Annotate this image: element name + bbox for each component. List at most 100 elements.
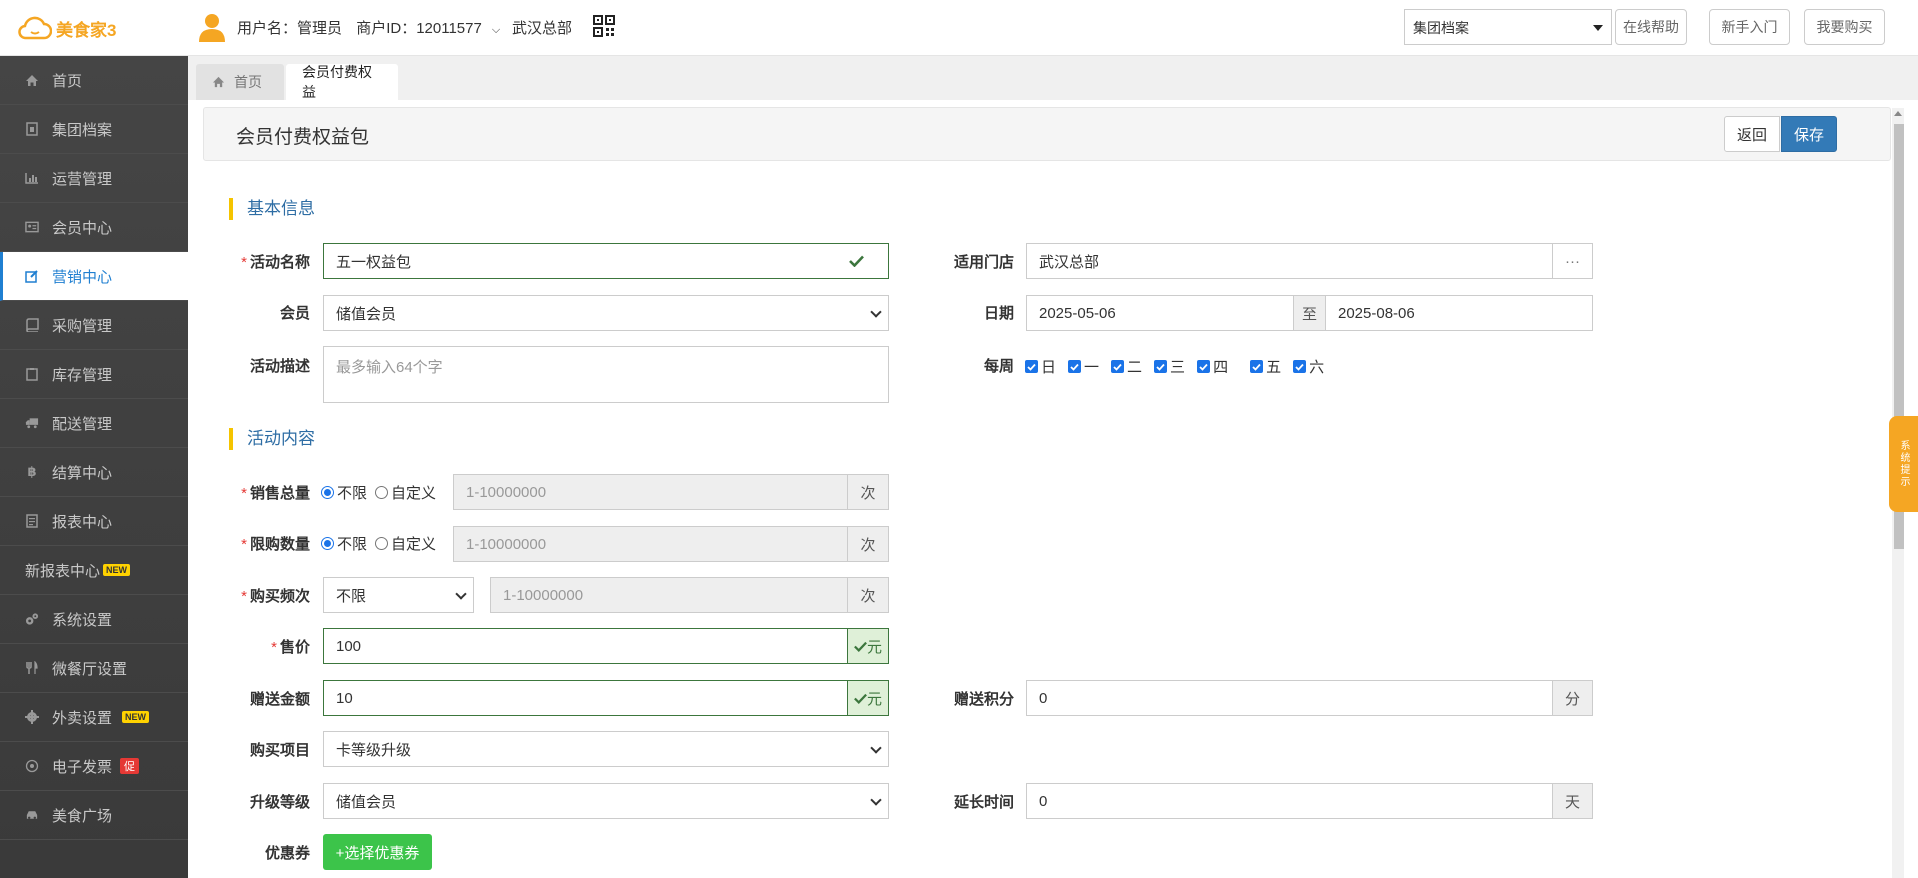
purchase-frequency-unit: 次 — [847, 577, 889, 613]
qr-code-icon[interactable] — [593, 15, 615, 37]
gift-amount-input[interactable]: 10 — [323, 680, 848, 716]
total-custom-radio[interactable] — [375, 486, 389, 499]
checkbox-tuesday[interactable] — [1111, 360, 1125, 373]
book-icon — [25, 318, 39, 332]
sidebar-item-operations[interactable]: 运营管理 — [0, 154, 188, 203]
extend-time-unit: 天 — [1552, 783, 1593, 819]
sidebar-item-inventory[interactable]: 库存管理 — [0, 350, 188, 399]
gears-icon — [25, 612, 39, 626]
start-date-input[interactable]: 2025-05-06 — [1026, 295, 1294, 331]
upgrade-level-label: 升级等级 — [249, 794, 310, 811]
member-select[interactable]: 储值会员 — [323, 295, 889, 331]
save-button[interactable]: 保存 — [1781, 116, 1837, 152]
sidebar-item-e-invoice[interactable]: 电子发票 促 — [0, 742, 188, 791]
extend-time-label: 延长时间 — [953, 794, 1014, 811]
end-date-input[interactable]: 2025-08-06 — [1325, 295, 1593, 331]
check-icon — [854, 693, 867, 704]
purchase-item-label: 购买项目 — [249, 742, 310, 759]
scroll-up-arrow-icon[interactable] — [1894, 111, 1902, 116]
sun-icon — [25, 759, 39, 773]
sidebar: 首页 集团档案 运营管理 会员中心 营销中心 采购管理 库存管理 配送管理 ฿ … — [0, 56, 188, 878]
extend-time-input[interactable]: 0 — [1026, 783, 1553, 819]
sidebar-item-delivery[interactable]: 配送管理 — [0, 399, 188, 448]
purchase-limit-label: * 限购数量 — [241, 536, 310, 553]
applicable-store-input[interactable]: 武汉总部 — [1026, 243, 1553, 279]
date-separator: 至 — [1293, 295, 1326, 331]
total-sales-radios: 不限 自定义 — [321, 482, 436, 503]
file-text-icon — [25, 514, 39, 528]
upgrade-level-select[interactable]: 储值会员 — [323, 783, 889, 819]
price-label: * 售价 — [271, 639, 310, 656]
back-button[interactable]: 返回 — [1724, 116, 1780, 152]
purchase-button[interactable]: 我要购买 — [1804, 9, 1885, 45]
limit-unlimited-radio[interactable] — [321, 537, 334, 550]
activity-name-input[interactable]: 五一权益包 — [323, 243, 889, 279]
new-badge: NEW — [122, 711, 150, 723]
chevron-down-icon[interactable]: ⌵ — [492, 24, 500, 36]
check-icon — [854, 641, 867, 652]
sidebar-item-purchasing[interactable]: 采购管理 — [0, 301, 188, 350]
new-badge: NEW — [103, 564, 131, 576]
logo-text: 美食家3 — [56, 20, 117, 40]
date-label: 日期 — [983, 305, 1014, 322]
clipboard-icon — [25, 367, 39, 381]
gift-points-label: 赠送积分 — [953, 691, 1014, 708]
cutlery-icon — [25, 661, 39, 675]
gift-amount-label: 赠送金额 — [249, 691, 310, 708]
chevron-down-icon — [870, 742, 882, 754]
logo[interactable]: 美食家3 — [18, 14, 116, 42]
checkbox-friday[interactable] — [1250, 360, 1264, 373]
getting-started-button[interactable]: 新手入门 — [1709, 9, 1790, 45]
bar-chart-icon — [25, 171, 39, 185]
checkbox-saturday[interactable] — [1293, 360, 1307, 373]
limit-custom-radio[interactable] — [375, 537, 389, 550]
price-input[interactable]: 100 — [323, 628, 848, 664]
weekday-checkboxes: 日 一 二 三 四 五 六 — [1025, 356, 1324, 377]
activity-description-textarea[interactable]: 最多输入64个字 — [323, 346, 889, 403]
tab-home[interactable]: 首页 — [196, 64, 284, 100]
file-icon — [25, 122, 39, 136]
checkbox-sunday[interactable] — [1025, 360, 1038, 373]
purchase-limit-radios: 不限 自定义 — [321, 533, 436, 554]
total-sales-input[interactable]: 1-10000000 — [453, 474, 848, 510]
system-tip-tab[interactable]: 系统提示 — [1889, 416, 1918, 512]
edit-icon — [25, 269, 39, 283]
purchase-frequency-select[interactable]: 不限 — [323, 577, 474, 613]
checkbox-monday[interactable] — [1068, 360, 1082, 373]
select-coupon-button[interactable]: +选择优惠券 — [323, 834, 432, 870]
sidebar-item-reports[interactable]: 报表中心 — [0, 497, 188, 546]
purchase-limit-unit: 次 — [847, 526, 889, 562]
purchase-item-select[interactable]: 卡等级升级 — [323, 731, 889, 767]
sidebar-item-members[interactable]: 会员中心 — [0, 203, 188, 252]
total-sales-unit: 次 — [847, 474, 889, 510]
group-archive-select[interactable]: 集团档案 — [1404, 9, 1612, 45]
sidebar-item-food-plaza[interactable]: 美食广场 — [0, 791, 188, 840]
gift-points-input[interactable]: 0 — [1026, 680, 1553, 716]
store-picker-button[interactable]: ··· — [1552, 243, 1593, 279]
purchase-frequency-input[interactable]: 1-10000000 — [490, 577, 848, 613]
purchase-limit-input[interactable]: 1-10000000 — [453, 526, 848, 562]
tab-member-paid-benefits[interactable]: 会员付费权益 — [286, 64, 398, 100]
merchant-id[interactable]: 商户ID：12011577 — [356, 20, 482, 37]
chevron-down-icon — [870, 306, 882, 318]
online-help-button[interactable]: 在线帮助 — [1615, 9, 1687, 45]
sidebar-item-takeout-settings[interactable]: 外卖设置 NEW — [0, 693, 188, 742]
sidebar-item-micro-restaurant[interactable]: 微餐厅设置 — [0, 644, 188, 693]
sidebar-item-new-reports[interactable]: 新报表中心 NEW — [0, 546, 188, 595]
bitcoin-icon: ฿ — [27, 464, 37, 479]
sidebar-item-settlement[interactable]: ฿ 结算中心 — [0, 448, 188, 497]
sidebar-item-home[interactable]: 首页 — [0, 56, 188, 105]
tab-bar: 首页 会员付费权益 — [188, 56, 1918, 100]
checkbox-wednesday[interactable] — [1154, 360, 1168, 373]
checkbox-thursday[interactable] — [1197, 360, 1211, 373]
price-unit: 元 — [847, 628, 889, 664]
gift-amount-unit: 元 — [847, 680, 889, 716]
activity-description-label: 活动描述 — [249, 358, 310, 375]
user-info: 用户名：管理员 商户ID：12011577 ⌵ — [237, 17, 510, 38]
total-unlimited-radio[interactable] — [321, 486, 334, 499]
sidebar-item-group-archive[interactable]: 集团档案 — [0, 105, 188, 154]
purchase-frequency-label: * 购买频次 — [241, 588, 310, 605]
sidebar-item-system-settings[interactable]: 系统设置 — [0, 595, 188, 644]
sidebar-item-marketing[interactable]: 营销中心 — [0, 252, 188, 301]
activity-name-label: * 活动名称 — [241, 254, 310, 271]
